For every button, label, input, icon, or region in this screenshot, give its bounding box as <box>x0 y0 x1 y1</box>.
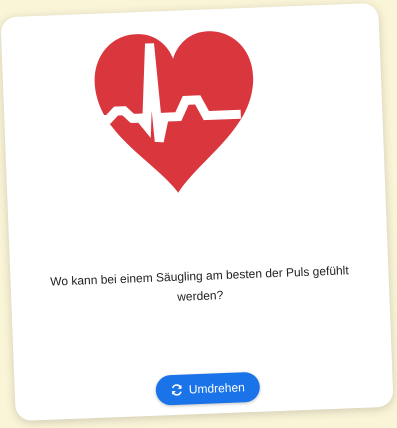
page-background: Wo kann bei einem Säugling am besten der… <box>0 0 397 428</box>
card-question-text: Wo kann bei einem Säugling am besten der… <box>49 263 349 304</box>
flip-button[interactable]: Umdrehen <box>155 371 261 406</box>
flashcard[interactable]: Wo kann bei einem Säugling am besten der… <box>0 2 394 422</box>
refresh-icon <box>171 384 183 396</box>
heart-ecg-icon <box>82 21 268 204</box>
flip-button-label: Umdrehen <box>188 380 246 397</box>
